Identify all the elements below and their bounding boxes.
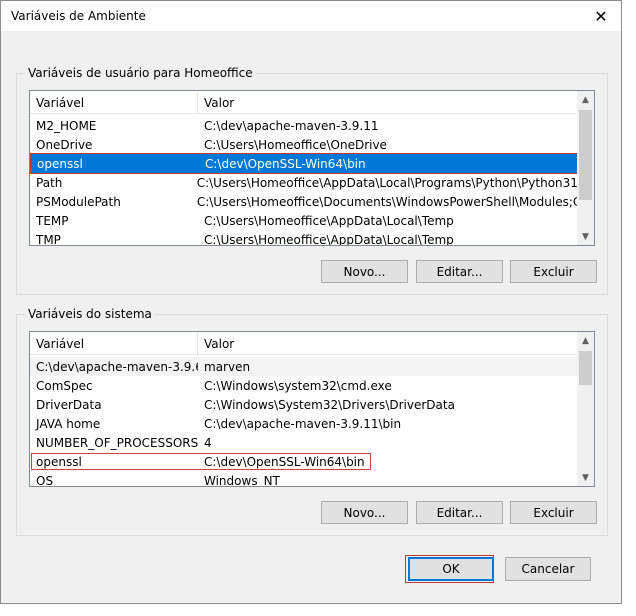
- vertical-scrollbar[interactable]: ▲ ▼: [577, 91, 594, 245]
- variable-name: OneDrive: [36, 137, 93, 152]
- table-row[interactable]: DriverData C:\Windows\System32\Drivers\D…: [30, 395, 579, 414]
- variable-name: PSModulePath: [36, 194, 121, 209]
- system-variables-group: Variáveis do sistema Variável Valor C:\d…: [16, 307, 608, 536]
- variable-value: Windows_NT: [204, 473, 280, 487]
- system-variables-list[interactable]: Variável Valor C:\dev\apache-maven-3.9.6…: [29, 331, 595, 487]
- variable-value: C:\Windows\system32\cmd.exe: [204, 378, 392, 393]
- system-variables-group-label: Variáveis do sistema: [25, 307, 155, 321]
- variable-value: C:\Users\Homeoffice\Documents\WindowsPow…: [196, 194, 579, 209]
- variable-value: C:\dev\apache-maven-3.9.11\bin: [204, 416, 402, 431]
- variable-value: C:\dev\apache-maven-3.9.11: [204, 118, 379, 133]
- list-header: Variável Valor: [30, 332, 594, 355]
- variable-value: C:\Users\Homeoffice\AppData\Local\Temp: [204, 232, 454, 246]
- variable-value: C:\Users\Homeoffice\AppData\Local\Progra…: [196, 175, 579, 190]
- table-row[interactable]: JAVA home C:\dev\apache-maven-3.9.11\bin: [30, 414, 579, 433]
- column-header-variable[interactable]: Variável: [30, 332, 198, 354]
- table-row[interactable]: Path C:\Users\Homeoffice\AppData\Local\P…: [30, 173, 579, 192]
- variable-value: C:\Users\Homeoffice\OneDrive: [204, 137, 387, 152]
- scroll-up-arrow-icon[interactable]: ▲: [577, 91, 594, 108]
- system-delete-button[interactable]: Excluir: [510, 501, 597, 524]
- user-delete-button[interactable]: Excluir: [510, 260, 597, 283]
- variable-value: 4: [204, 435, 212, 450]
- system-new-button[interactable]: Novo...: [321, 501, 408, 524]
- title-bar: Variáveis de Ambiente ✕: [1, 1, 621, 31]
- variable-value: C:\Users\Homeoffice\AppData\Local\Temp: [204, 213, 454, 228]
- cancel-button[interactable]: Cancelar: [505, 557, 591, 581]
- scroll-down-arrow-icon[interactable]: ▼: [577, 469, 594, 486]
- close-icon[interactable]: ✕: [589, 6, 613, 26]
- scroll-up-arrow-icon[interactable]: ▲: [577, 332, 594, 349]
- openssl-highlight-outline: [31, 453, 371, 470]
- variable-value: C:\Windows\System32\Drivers\DriverData: [204, 397, 455, 412]
- variable-name: Path: [36, 175, 63, 190]
- system-edit-button[interactable]: Editar...: [416, 501, 503, 524]
- user-variables-list[interactable]: Variável Valor M2_HOME C:\dev\apache-mav…: [29, 90, 595, 246]
- scrollbar-thumb[interactable]: [579, 110, 592, 200]
- variable-name: TEMP: [36, 213, 69, 228]
- table-row[interactable]: OneDrive C:\Users\Homeoffice\OneDrive: [30, 135, 579, 154]
- ok-button[interactable]: OK: [408, 557, 494, 581]
- variable-value: C:\dev\OpenSSL-Win64\bin: [205, 156, 366, 171]
- list-header: Variável Valor: [30, 91, 594, 114]
- variable-name: DriverData: [36, 397, 102, 412]
- variable-value: marven: [204, 359, 251, 374]
- variable-name: NUMBER_OF_PROCESSORS: [36, 435, 198, 450]
- variable-name: M2_HOME: [36, 118, 97, 133]
- variable-name: ComSpec: [36, 378, 93, 393]
- user-new-button[interactable]: Novo...: [321, 260, 408, 283]
- table-row[interactable]: TEMP C:\Users\Homeoffice\AppData\Local\T…: [30, 211, 579, 230]
- table-row[interactable]: PSModulePath C:\Users\Homeoffice\Documen…: [30, 192, 579, 211]
- table-row[interactable]: NUMBER_OF_PROCESSORS 4: [30, 433, 579, 452]
- variable-name: TMP: [36, 232, 61, 246]
- user-edit-button[interactable]: Editar...: [416, 260, 503, 283]
- table-row[interactable]: TMP C:\Users\Homeoffice\AppData\Local\Te…: [30, 230, 579, 246]
- table-row[interactable]: OS Windows_NT: [30, 471, 579, 487]
- window-title: Variáveis de Ambiente: [11, 9, 146, 23]
- scroll-down-arrow-icon[interactable]: ▼: [577, 228, 594, 245]
- table-row-selected[interactable]: openssl C:\dev\OpenSSL-Win64\bin: [30, 153, 579, 174]
- user-variables-group: Variáveis de usuário para Homeoffice Var…: [16, 66, 608, 295]
- scrollbar-thumb[interactable]: [579, 351, 592, 385]
- variable-name: C:\dev\apache-maven-3.9.6...: [36, 359, 198, 374]
- column-header-value[interactable]: Valor: [198, 332, 594, 354]
- variable-name: JAVA home: [36, 416, 101, 431]
- user-variables-group-label: Variáveis de usuário para Homeoffice: [25, 66, 256, 80]
- variable-name: OS: [36, 473, 54, 487]
- table-row[interactable]: ComSpec C:\Windows\system32\cmd.exe: [30, 376, 579, 395]
- column-header-variable[interactable]: Variável: [30, 91, 198, 113]
- environment-variables-dialog: Variáveis de Ambiente ✕ Variáveis de usu…: [0, 0, 622, 604]
- column-header-value[interactable]: Valor: [198, 91, 594, 113]
- vertical-scrollbar[interactable]: ▲ ▼: [577, 332, 594, 486]
- table-row[interactable]: C:\dev\apache-maven-3.9.6... marven: [30, 357, 579, 376]
- table-row[interactable]: M2_HOME C:\dev\apache-maven-3.9.11: [30, 116, 579, 135]
- variable-name: openssl: [37, 156, 83, 171]
